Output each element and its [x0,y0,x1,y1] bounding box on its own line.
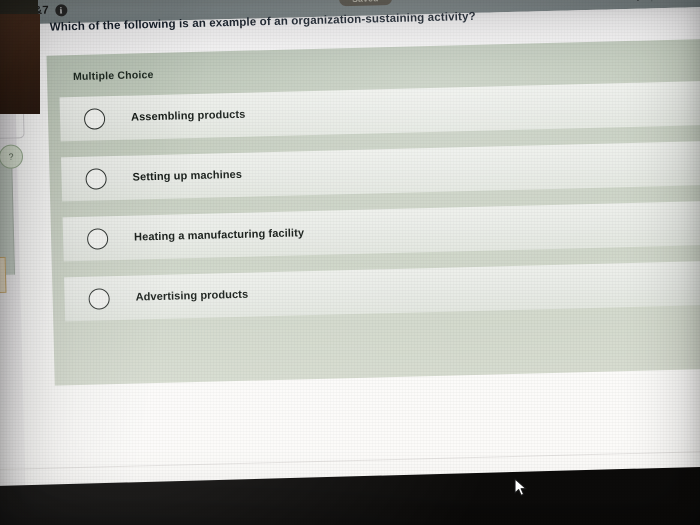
header-divider [651,0,653,1]
radio-button-icon[interactable] [83,107,106,130]
info-icon[interactable]: i [54,4,68,17]
save-and-exit-link[interactable]: Save & Exit [661,0,700,1]
answer-option-row[interactable]: Advertising products [64,260,700,322]
question-type-label: Multiple Choice [72,69,154,84]
answer-option-row[interactable]: Heating a manufacturing facility [62,200,700,262]
answer-option-label: Heating a manufacturing facility [133,227,305,244]
help-link[interactable]: Help [622,0,643,2]
offscreen-small-fragment [0,256,7,294]
offscreen-badge-fragment: ? [0,144,24,169]
answer-option-label: Setting up machines [132,168,243,184]
saved-status-badge: Saved [338,0,392,7]
radio-button-icon[interactable] [86,227,109,250]
screen-content: H 6&7 i Saved Help Save & Exit ? Which o… [0,0,700,525]
answer-option-label: Assembling products [130,108,246,124]
bezel-left-brown [0,14,40,114]
radio-button-icon[interactable] [85,167,107,190]
answer-option-row[interactable]: Assembling products [59,80,700,142]
answer-options-list: Assembling products Setting up machines … [59,80,700,337]
answer-option-label: Advertising products [135,288,249,304]
photographed-screen: H 6&7 i Saved Help Save & Exit ? Which o… [0,0,700,525]
answer-option-row[interactable]: Setting up machines [61,140,700,202]
radio-button-icon[interactable] [88,287,110,310]
answer-panel: Multiple Choice Assembling products Sett… [46,38,700,386]
